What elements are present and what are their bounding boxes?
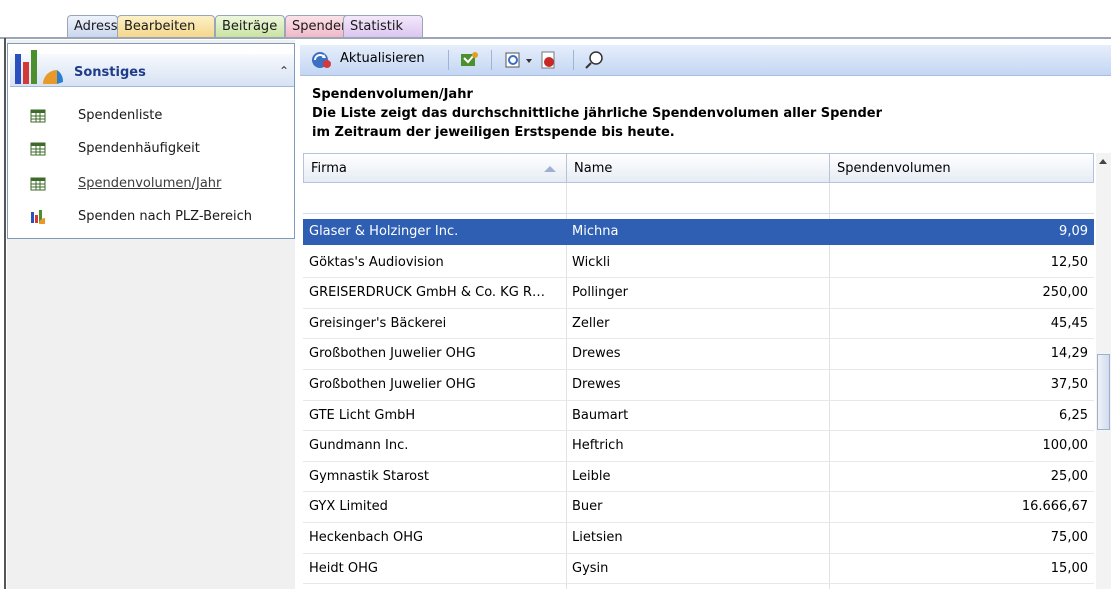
tab-adresse[interactable]: Adresse bbox=[67, 15, 126, 37]
cell-volumen: 45,45 bbox=[1050, 315, 1088, 331]
cell-firma: Großbothen Juwelier OHG bbox=[309, 346, 476, 362]
table-row[interactable]: Großbothen Juwelier OHG Drewes 14,29 bbox=[303, 339, 1094, 370]
sidebar-item-spendenliste[interactable]: Spendenliste bbox=[30, 106, 292, 126]
sidebar-item-spenden-nach-plz[interactable]: Spenden nach PLZ-Bereich bbox=[30, 207, 292, 227]
cell-firma: GYX Limited bbox=[309, 499, 388, 515]
zoom-icon[interactable] bbox=[584, 50, 606, 70]
column-header-name[interactable]: Name bbox=[566, 153, 830, 183]
report-title: Spendenvolumen/Jahr bbox=[312, 87, 473, 102]
cell-name: Drewes bbox=[572, 346, 621, 362]
chart-icon bbox=[31, 210, 45, 224]
toolbar-separator bbox=[448, 50, 449, 70]
cell-name: Baumart bbox=[572, 407, 629, 423]
table-row[interactable]: Großbothen Juwelier OHG Drewes 37,50 bbox=[303, 370, 1094, 401]
sidebar-item-spendenhaeufigkeit[interactable]: Spendenhäufigkeit bbox=[30, 139, 292, 159]
cell-volumen: 75,00 bbox=[1050, 530, 1088, 545]
sidebar-item-label: Spendenhäufigkeit bbox=[78, 141, 200, 156]
tab-spenden[interactable]: Spenden bbox=[285, 15, 351, 37]
report-description-line1: Die Liste zeigt das durchschnittliche jä… bbox=[312, 106, 883, 121]
cell-firma: Heilshoop Surfing & Co. KG bbox=[303, 584, 565, 589]
tab-bearbeiten[interactable]: Bearbeiten bbox=[117, 15, 215, 37]
filter-row[interactable] bbox=[303, 183, 1094, 214]
cell-name: Gysin bbox=[572, 560, 609, 576]
cell-volumen: 9,09 bbox=[1059, 224, 1088, 239]
table-row[interactable]: Glaser & Holzinger Inc. Michna 9,09 bbox=[303, 217, 1094, 248]
cell-firma: GREISERDRUCK GmbH & Co. KG R… bbox=[309, 285, 545, 301]
table-row[interactable]: Gundmann Inc. Heftrich 100,00 bbox=[303, 431, 1094, 462]
window-left-border bbox=[4, 38, 6, 589]
vertical-scrollbar[interactable] bbox=[1096, 153, 1111, 589]
cell-name: Heftrich bbox=[572, 438, 624, 454]
tab-beitraege[interactable]: Beiträge bbox=[215, 15, 285, 37]
table-icon bbox=[30, 142, 46, 156]
cell-name: Lietsien bbox=[572, 530, 623, 545]
cell-firma: Greisinger's Bäckerei bbox=[309, 315, 447, 331]
table-row[interactable]: GREISERDRUCK GmbH & Co. KG R… Pollinger 25… bbox=[303, 278, 1094, 309]
cell-firma: Glaser & Holzinger Inc. bbox=[309, 224, 459, 239]
report-description-line2: im Zeitraum der jeweiligen Erstspende bi… bbox=[312, 125, 675, 140]
cell-name: Wickli bbox=[572, 254, 611, 270]
cell-volumen: 16.666,67 bbox=[1021, 499, 1088, 515]
table-icon bbox=[30, 177, 46, 191]
cell-volumen: 37,50 bbox=[1050, 377, 1088, 392]
tab-statistik[interactable]: Statistik bbox=[343, 15, 423, 37]
table-row[interactable]: Göktas's Audiovision Wickli 12,50 bbox=[303, 248, 1094, 279]
cell-name: Zeller bbox=[572, 315, 610, 331]
table-row[interactable]: GTE Licht GmbH Baumart 6,25 bbox=[303, 401, 1094, 432]
table-row[interactable]: Heckenbach OHG Lietsien 75,00 bbox=[303, 523, 1094, 554]
cell-volumen: 12,50 bbox=[1050, 254, 1088, 270]
cell-firma: Heidt OHG bbox=[309, 560, 378, 576]
column-header-spendenvolumen[interactable]: Spendenvolumen bbox=[829, 153, 1094, 183]
sidebar-item-label: Spendenvolumen/Jahr bbox=[78, 176, 222, 191]
column-header-label: Name bbox=[574, 161, 613, 176]
cell-name: Michna bbox=[572, 224, 619, 239]
table-row[interactable]: Heidt OHG Gysin 15,00 bbox=[303, 554, 1094, 585]
refresh-icon[interactable] bbox=[310, 50, 332, 70]
refresh-button[interactable]: Aktualisieren bbox=[340, 51, 425, 66]
cell-name: Leible bbox=[572, 468, 611, 484]
column-header-label: Firma bbox=[311, 161, 347, 176]
cell-firma: Gundmann Inc. bbox=[309, 438, 409, 454]
statistics-group-icon bbox=[15, 50, 64, 84]
pdf-export-icon[interactable] bbox=[538, 50, 560, 70]
print-preview-dropdown-icon[interactable] bbox=[504, 50, 534, 70]
column-header-label: Spendenvolumen bbox=[837, 161, 951, 176]
export-icon[interactable] bbox=[458, 50, 480, 70]
cell-volumen: 15,00 bbox=[1050, 560, 1088, 576]
cell-firma: Göktas's Audiovision bbox=[309, 254, 444, 270]
cell-name: Pollinger bbox=[572, 285, 628, 301]
scroll-up-arrow-icon[interactable] bbox=[1099, 159, 1107, 164]
sidebar-item-label: Spendenliste bbox=[78, 108, 163, 123]
nav-group-title: Sonstiges bbox=[74, 65, 146, 80]
cell-volumen: 14,29 bbox=[1050, 346, 1088, 362]
table-row[interactable]: Gymnastik Starost Leible 25,00 bbox=[303, 462, 1094, 493]
cell-firma: Gymnastik Starost bbox=[309, 468, 429, 484]
sort-ascending-icon bbox=[544, 166, 556, 172]
cell-firma: GTE Licht GmbH bbox=[309, 407, 416, 423]
cell-volumen: 6,25 bbox=[1059, 407, 1088, 423]
column-header-firma[interactable]: Firma bbox=[303, 153, 567, 183]
toolbar-separator bbox=[491, 50, 492, 70]
cell-firma: Heckenbach OHG bbox=[309, 530, 424, 545]
cell-volumen: 18,75 bbox=[829, 584, 1094, 589]
cell-volumen: 250,00 bbox=[1042, 285, 1089, 301]
collapse-chevron-icon[interactable]: ⌃ bbox=[277, 64, 291, 78]
tab-divider bbox=[0, 37, 1111, 39]
cell-volumen: 100,00 bbox=[1042, 438, 1089, 454]
cell-firma: Großbothen Juwelier OHG bbox=[309, 377, 476, 392]
cell-name: Drewes bbox=[572, 377, 621, 392]
sidebar-item-spendenvolumen-jahr[interactable]: Spendenvolumen/Jahr bbox=[30, 174, 292, 194]
sidebar-item-label: Spenden nach PLZ-Bereich bbox=[78, 209, 253, 224]
scrollbar-thumb[interactable] bbox=[1097, 354, 1110, 430]
cell-name: Buer bbox=[572, 499, 603, 515]
table-icon bbox=[30, 109, 46, 123]
table-row[interactable]: Heilshoop Surfing & Co. KGWick18,75 bbox=[303, 584, 1094, 589]
table-row[interactable]: GYX Limited Buer 16.666,67 bbox=[303, 492, 1094, 523]
toolbar-separator bbox=[573, 50, 574, 70]
tab-strip: Adresse Bearbeiten Beiträge Spenden Stat… bbox=[0, 0, 1111, 39]
table-row[interactable]: Greisinger's Bäckerei Zeller 45,45 bbox=[303, 309, 1094, 340]
cell-name: Wick bbox=[566, 584, 828, 589]
data-grid: Firma Name Spendenvolumen Glaser & Holzi… bbox=[303, 153, 1094, 589]
cell-volumen: 25,00 bbox=[1050, 468, 1088, 484]
